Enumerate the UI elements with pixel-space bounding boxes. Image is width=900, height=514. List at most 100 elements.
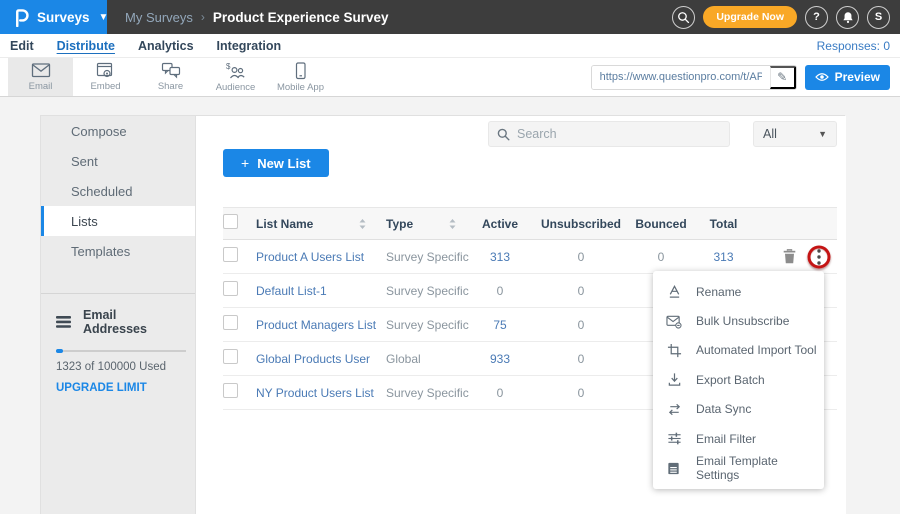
row-checkbox[interactable]: [223, 315, 238, 330]
breadcrumb-parent[interactable]: My Surveys: [125, 10, 193, 25]
sort-icon[interactable]: [358, 218, 367, 230]
active-count[interactable]: 0: [469, 386, 531, 400]
filter-value: All: [763, 127, 777, 141]
usage-progress-fill: [56, 349, 63, 353]
questionpro-logo-icon: [13, 8, 30, 27]
list-name-link[interactable]: Product Managers List: [256, 318, 376, 332]
bell-icon: [842, 11, 854, 24]
distribute-toolbar: Email Embed Share $ Audience Mobile App: [0, 58, 900, 97]
active-count[interactable]: 933: [469, 352, 531, 366]
active-count[interactable]: 313: [469, 250, 531, 264]
row-menu-kebab-button[interactable]: [817, 249, 821, 265]
new-list-button[interactable]: + New List: [223, 149, 329, 177]
channel-embed[interactable]: Embed: [73, 58, 138, 96]
sidebar-item-templates[interactable]: Templates: [41, 236, 195, 266]
survey-url-field-wrap: ✎: [591, 65, 797, 90]
list-search-input[interactable]: [517, 127, 721, 141]
help-button[interactable]: ?: [805, 6, 828, 29]
edit-url-button[interactable]: ✎: [770, 66, 796, 89]
menu-item-email-template-settings[interactable]: Email Template Settings: [653, 453, 824, 482]
table-row: Product A Users List Survey Specific 313…: [223, 240, 837, 274]
list-name-link[interactable]: Default List-1: [256, 284, 327, 298]
column-header-list-name[interactable]: List Name: [256, 217, 313, 231]
notifications-button[interactable]: [836, 6, 859, 29]
list-name-link[interactable]: Product A Users List: [256, 250, 364, 264]
row-context-menu: Rename Bulk Unsubscribe Automated Import…: [653, 271, 824, 489]
document-settings-icon: [666, 461, 682, 476]
unsubscribed-count: 0: [531, 284, 631, 298]
row-actions: [756, 246, 837, 268]
menu-item-export-batch[interactable]: Export Batch: [653, 365, 824, 394]
channel-mobile-app[interactable]: Mobile App: [268, 58, 333, 96]
list-filter-bar: All ▼: [196, 121, 837, 147]
list-name-link[interactable]: Global Products User: [256, 352, 370, 366]
envelope-icon: [31, 62, 51, 79]
product-switcher[interactable]: Surveys ▼: [0, 0, 107, 34]
active-count[interactable]: 75: [469, 318, 531, 332]
sidebar-item-sent[interactable]: Sent: [41, 146, 195, 176]
tab-analytics[interactable]: Analytics: [138, 39, 194, 53]
list-type-cell: Survey Specific: [379, 250, 469, 264]
audience-people-icon: $: [225, 62, 246, 80]
responses-count[interactable]: Responses: 0: [817, 39, 890, 53]
envelope-remove-icon: [666, 314, 682, 329]
column-header-unsubscribed: Unsubscribed: [531, 217, 631, 231]
plus-icon: +: [241, 155, 249, 171]
bounced-count: 0: [631, 250, 691, 264]
select-all-checkbox[interactable]: [223, 214, 238, 229]
preview-button[interactable]: Preview: [805, 65, 890, 90]
delete-list-button[interactable]: [783, 249, 796, 264]
search-icon: [497, 128, 510, 141]
lists-content: All ▼ + New List List Name: [196, 116, 846, 514]
menu-item-email-filter[interactable]: Email Filter: [653, 424, 824, 453]
unsubscribed-count: 0: [531, 250, 631, 264]
menu-item-rename[interactable]: Rename: [653, 277, 824, 306]
tab-edit[interactable]: Edit: [10, 39, 34, 53]
top-bar: Surveys ▼ My Surveys › Product Experienc…: [0, 0, 900, 34]
unsubscribed-count: 0: [531, 352, 631, 366]
tab-distribute[interactable]: Distribute: [57, 39, 115, 53]
mobile-phone-icon: [291, 62, 310, 80]
upgrade-limit-link[interactable]: UPGRADE LIMIT: [56, 382, 183, 394]
kebab-icon: [817, 249, 821, 265]
embed-window-icon: [96, 62, 115, 79]
upgrade-now-button[interactable]: Upgrade Now: [703, 6, 797, 28]
table-header-row: List Name Type Active Unsubscribed Bounc…: [223, 207, 837, 240]
tab-integration[interactable]: Integration: [217, 39, 282, 53]
channel-email[interactable]: Email: [8, 58, 73, 96]
survey-url-input[interactable]: [592, 66, 770, 89]
column-header-type[interactable]: Type: [386, 217, 413, 231]
column-header-total: Total: [691, 217, 756, 231]
channel-label: Share: [158, 81, 183, 92]
chat-bubbles-icon: [161, 62, 181, 79]
menu-item-automated-import-tool[interactable]: Automated Import Tool: [653, 336, 824, 365]
list-name-link[interactable]: NY Product Users List: [256, 386, 374, 400]
sync-arrows-icon: [666, 402, 682, 417]
usage-progress-bar: [56, 350, 186, 352]
user-avatar[interactable]: S: [867, 6, 890, 29]
sidebar-item-compose[interactable]: Compose: [41, 116, 195, 146]
row-checkbox[interactable]: [223, 383, 238, 398]
list-type-filter[interactable]: All ▼: [753, 121, 837, 147]
breadcrumb-current: Product Experience Survey: [213, 10, 389, 25]
active-count[interactable]: 0: [469, 284, 531, 298]
survey-nav: Edit Distribute Analytics Integration Re…: [0, 34, 900, 58]
total-count[interactable]: 313: [691, 250, 756, 264]
sidebar-item-lists[interactable]: Lists: [41, 206, 195, 236]
sort-icon[interactable]: [448, 218, 457, 230]
menu-item-bulk-unsubscribe[interactable]: Bulk Unsubscribe: [653, 306, 824, 335]
usage-text: 1323 of 100000 Used: [56, 361, 183, 373]
row-checkbox[interactable]: [223, 247, 238, 262]
product-switcher-label: Surveys: [37, 10, 90, 25]
global-search-button[interactable]: [672, 6, 695, 29]
rename-text-icon: [666, 284, 682, 299]
row-checkbox[interactable]: [223, 349, 238, 364]
channel-share[interactable]: Share: [138, 58, 203, 96]
trash-icon: [783, 249, 796, 264]
email-lists-panel: Compose Sent Scheduled Lists Templates E…: [40, 115, 845, 514]
channel-audience[interactable]: $ Audience: [203, 58, 268, 96]
sidebar-item-scheduled[interactable]: Scheduled: [41, 176, 195, 206]
menu-item-data-sync[interactable]: Data Sync: [653, 395, 824, 424]
svg-text:$: $: [226, 62, 231, 71]
row-checkbox[interactable]: [223, 281, 238, 296]
